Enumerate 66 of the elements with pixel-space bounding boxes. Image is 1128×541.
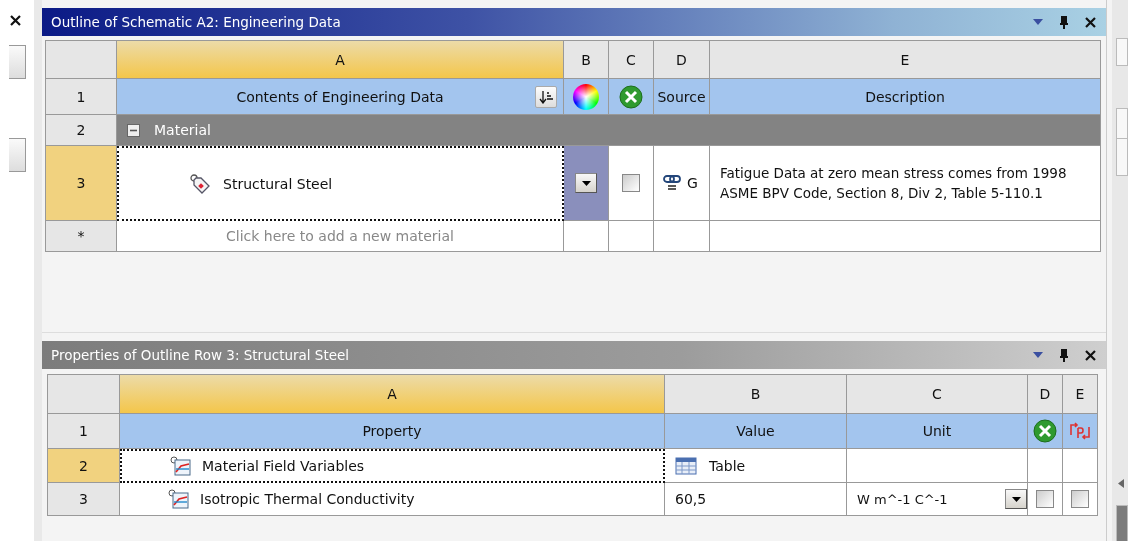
column-title: Contents of Engineering Data	[236, 88, 444, 105]
chart-icon	[170, 456, 192, 476]
column-header[interactable]: B	[564, 41, 609, 79]
property-name: Material Field Variables	[202, 458, 365, 474]
column-title: Source	[654, 79, 710, 115]
sort-button[interactable]	[535, 86, 557, 108]
description-text: Fatigue Data at zero mean stress comes from 1998 ASME BPV Code, Section 8, Div 2, Table 5-110.1	[710, 146, 1101, 221]
row-number: 3	[48, 483, 120, 516]
property-cell[interactable]: Isotropic Thermal Conductivity	[120, 483, 665, 516]
close-icon[interactable]	[10, 15, 21, 26]
left-arrow-icon[interactable]	[1118, 479, 1124, 488]
group-label: Material	[154, 122, 211, 138]
material-name: Structural Steel	[223, 175, 333, 192]
checkbox[interactable]	[1071, 490, 1089, 508]
checkbox[interactable]	[1036, 490, 1054, 508]
dropdown-button[interactable]	[575, 173, 597, 193]
property-name: Isotropic Thermal Conductivity	[200, 491, 415, 507]
column-title: Unit	[847, 414, 1028, 449]
row-number: 2	[48, 449, 120, 483]
column-header[interactable]: E	[1063, 375, 1098, 414]
value-field[interactable]: 60,5	[665, 483, 847, 516]
column-header[interactable]: A	[120, 375, 665, 414]
chart-icon	[168, 489, 190, 509]
property-cell[interactable]: Material Field Variables	[120, 449, 665, 483]
column-header[interactable]: D	[654, 41, 710, 79]
close-icon[interactable]	[1085, 349, 1096, 361]
new-material-field[interactable]: Click here to add a new material	[117, 221, 564, 252]
color-wheel-icon	[573, 83, 599, 110]
side-button[interactable]	[9, 138, 26, 172]
pin-icon[interactable]	[1059, 15, 1069, 29]
x-circle-icon	[619, 84, 643, 109]
x-circle-icon	[1033, 419, 1057, 443]
collapse-toggle[interactable]	[127, 123, 140, 137]
panel-title: Outline of Schematic A2: Engineering Data	[51, 14, 341, 30]
source-text: G	[687, 175, 698, 191]
table-icon	[675, 456, 697, 475]
column-header[interactable]: A	[117, 41, 564, 79]
column-title: Property	[120, 414, 665, 449]
column-header[interactable]: C	[609, 41, 654, 79]
pin-icon[interactable]	[1059, 348, 1069, 362]
panel-title: Properties of Outline Row 3: Structural Steel	[51, 347, 350, 363]
column-header[interactable]: E	[710, 41, 1101, 79]
side-button[interactable]	[9, 45, 26, 79]
close-icon[interactable]	[1085, 16, 1096, 28]
column-header[interactable]: B	[665, 375, 847, 414]
row-number: 2	[46, 115, 117, 146]
unit-text: W m^-1 C^-1	[857, 491, 948, 507]
checkbox[interactable]	[622, 174, 640, 192]
column-title: Description	[710, 79, 1101, 115]
side-panel-header	[1116, 505, 1128, 541]
row-number: *	[46, 221, 117, 252]
row-number: 1	[46, 79, 117, 115]
column-title: Value	[665, 414, 847, 449]
link-icon	[662, 175, 682, 191]
dropdown-button[interactable]	[1005, 489, 1027, 509]
dropdown-icon[interactable]	[1033, 19, 1043, 25]
caret-icon	[1011, 496, 1021, 502]
row-number: 3	[46, 146, 117, 221]
dropdown-icon[interactable]	[1033, 352, 1043, 358]
parameter-icon	[1068, 421, 1092, 441]
row-number: 1	[48, 414, 120, 449]
column-header[interactable]: C	[847, 375, 1028, 414]
value-text: Table	[709, 457, 746, 474]
caret-icon	[581, 180, 591, 186]
column-header[interactable]: D	[1028, 375, 1063, 414]
tag-icon	[189, 172, 211, 195]
